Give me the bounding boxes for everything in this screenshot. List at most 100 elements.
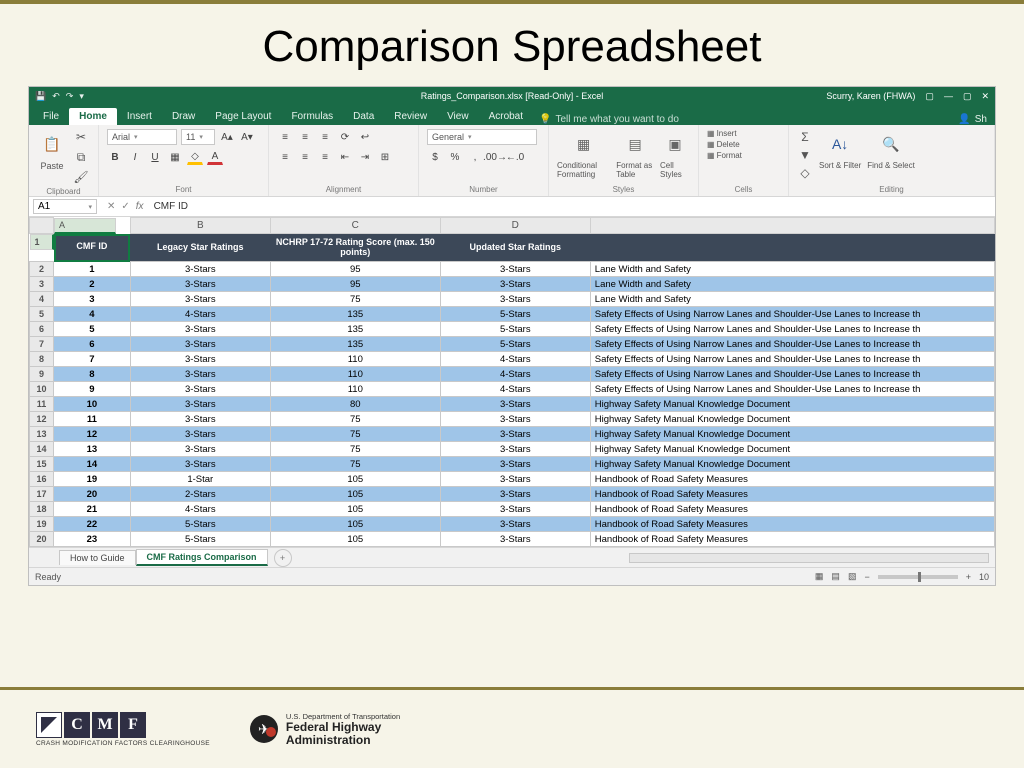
cell[interactable]: 2 [54, 277, 131, 292]
autosum-icon[interactable]: Σ [797, 129, 813, 145]
cell[interactable]: 3-Stars [440, 397, 590, 412]
close-icon[interactable]: ✕ [981, 91, 989, 102]
cell[interactable]: 3 [54, 292, 131, 307]
cell[interactable]: 4-Stars [440, 352, 590, 367]
header-legacy[interactable]: Legacy Star Ratings [130, 234, 270, 262]
table-row[interactable]: 17202-Stars1053-StarsHandbook of Road Sa… [30, 487, 995, 502]
percent-icon[interactable]: % [447, 149, 463, 165]
tab-acrobat[interactable]: Acrobat [479, 108, 533, 125]
undo-icon[interactable]: ↶ [52, 91, 60, 102]
cell[interactable]: 8 [54, 367, 131, 382]
bold-button[interactable]: B [107, 149, 123, 165]
font-name-select[interactable]: Arial▾ [107, 129, 177, 145]
cell[interactable]: 95 [270, 277, 440, 292]
fx-enter-icon[interactable]: ✓ [121, 201, 129, 212]
cell[interactable]: 3-Stars [440, 292, 590, 307]
cell[interactable]: 110 [270, 352, 440, 367]
row-header[interactable]: 18 [30, 502, 54, 517]
cell[interactable]: 1 [54, 262, 131, 277]
row-header[interactable]: 1 [30, 234, 54, 250]
cell[interactable]: 3-Stars [130, 427, 270, 442]
row-header[interactable]: 19 [30, 517, 54, 532]
row-header[interactable]: 9 [30, 367, 54, 382]
row-header[interactable]: 16 [30, 472, 54, 487]
cell[interactable]: 3-Stars [440, 532, 590, 547]
cell[interactable]: Highway Safety Manual Knowledge Document [590, 412, 994, 427]
tab-view[interactable]: View [437, 108, 479, 125]
fill-icon[interactable]: ▼ [797, 147, 813, 163]
cell[interactable]: Lane Width and Safety [590, 277, 994, 292]
sheet-tab-guide[interactable]: How to Guide [59, 550, 136, 565]
cell[interactable]: 3-Stars [130, 277, 270, 292]
cell[interactable]: 22 [54, 517, 131, 532]
tab-page-layout[interactable]: Page Layout [205, 108, 281, 125]
copy-icon[interactable]: ⧉ [73, 149, 89, 165]
new-sheet-button[interactable]: + [274, 549, 292, 567]
fx-icon[interactable]: fx [136, 201, 144, 212]
number-format-select[interactable]: General▾ [427, 129, 537, 145]
row-header[interactable]: 4 [30, 292, 54, 307]
table-row[interactable]: 763-Stars1355-StarsSafety Effects of Usi… [30, 337, 995, 352]
row-header[interactable]: 14 [30, 442, 54, 457]
cell[interactable]: 105 [270, 487, 440, 502]
account-name[interactable]: Scurry, Karen (FHWA) [826, 91, 915, 101]
cell[interactable]: Handbook of Road Safety Measures [590, 487, 994, 502]
find-select-button[interactable]: 🔍Find & Select [867, 129, 915, 170]
cell[interactable]: 3-Stars [440, 412, 590, 427]
underline-button[interactable]: U [147, 149, 163, 165]
cells-insert-button[interactable]: ▦Insert [707, 129, 737, 138]
row-header[interactable]: 5 [30, 307, 54, 322]
horizontal-scrollbar[interactable] [629, 553, 989, 563]
cell[interactable]: 3-Stars [440, 262, 590, 277]
cell[interactable]: 75 [270, 427, 440, 442]
header-nchrp[interactable]: NCHRP 17-72 Rating Score (max. 150 point… [270, 234, 440, 262]
cell[interactable]: 95 [270, 262, 440, 277]
table-row[interactable]: 15143-Stars753-StarsHighway Safety Manua… [30, 457, 995, 472]
table-row[interactable]: 12113-Stars753-StarsHighway Safety Manua… [30, 412, 995, 427]
header-blank[interactable] [590, 234, 994, 262]
conditional-formatting-button[interactable]: ▦Conditional Formatting [557, 129, 610, 179]
cell[interactable]: Safety Effects of Using Narrow Lanes and… [590, 367, 994, 382]
qat-more-icon[interactable]: ▾ [79, 91, 84, 102]
table-row[interactable]: 16191-Star1053-StarsHandbook of Road Saf… [30, 472, 995, 487]
cell[interactable]: 3-Stars [440, 472, 590, 487]
row-header[interactable]: 8 [30, 352, 54, 367]
row-header[interactable]: 20 [30, 532, 54, 547]
cell[interactable]: 3-Stars [130, 262, 270, 277]
italic-button[interactable]: I [127, 149, 143, 165]
fx-cancel-icon[interactable]: ✕ [107, 201, 115, 212]
cell[interactable]: 3-Stars [130, 412, 270, 427]
cell[interactable]: Highway Safety Manual Knowledge Document [590, 457, 994, 472]
cell[interactable]: 75 [270, 457, 440, 472]
align-middle-icon[interactable]: ≡ [297, 129, 313, 145]
cell[interactable]: 2-Stars [130, 487, 270, 502]
decrease-decimal-icon[interactable]: ←.0 [507, 149, 523, 165]
table-row[interactable]: 14133-Stars753-StarsHighway Safety Manua… [30, 442, 995, 457]
cell[interactable]: 3-Stars [130, 292, 270, 307]
tab-file[interactable]: File [33, 108, 69, 125]
row-header[interactable]: 3 [30, 277, 54, 292]
align-center-icon[interactable]: ≡ [297, 149, 313, 165]
col-header-e[interactable] [590, 218, 994, 234]
cell[interactable]: 5-Stars [440, 337, 590, 352]
cell[interactable]: 1-Star [130, 472, 270, 487]
cell[interactable]: 20 [54, 487, 131, 502]
cell[interactable]: 135 [270, 307, 440, 322]
format-as-table-button[interactable]: ▤Format as Table [616, 129, 654, 179]
col-header-a[interactable]: A [54, 218, 116, 234]
merge-icon[interactable]: ⊞ [377, 149, 393, 165]
tab-home[interactable]: Home [69, 108, 117, 125]
cell[interactable]: 3-Stars [130, 337, 270, 352]
decrease-indent-icon[interactable]: ⇤ [337, 149, 353, 165]
cell[interactable]: 3-Stars [130, 322, 270, 337]
col-header-d[interactable]: D [440, 218, 590, 234]
increase-indent-icon[interactable]: ⇥ [357, 149, 373, 165]
cell[interactable]: Handbook of Road Safety Measures [590, 502, 994, 517]
cell[interactable]: 4-Stars [440, 382, 590, 397]
formula-input[interactable]: CMF ID [150, 200, 995, 213]
zoom-slider[interactable] [878, 575, 958, 579]
cell[interactable]: 3-Stars [440, 517, 590, 532]
tab-data[interactable]: Data [343, 108, 384, 125]
table-row[interactable]: 323-Stars953-StarsLane Width and Safety [30, 277, 995, 292]
row-header[interactable]: 15 [30, 457, 54, 472]
